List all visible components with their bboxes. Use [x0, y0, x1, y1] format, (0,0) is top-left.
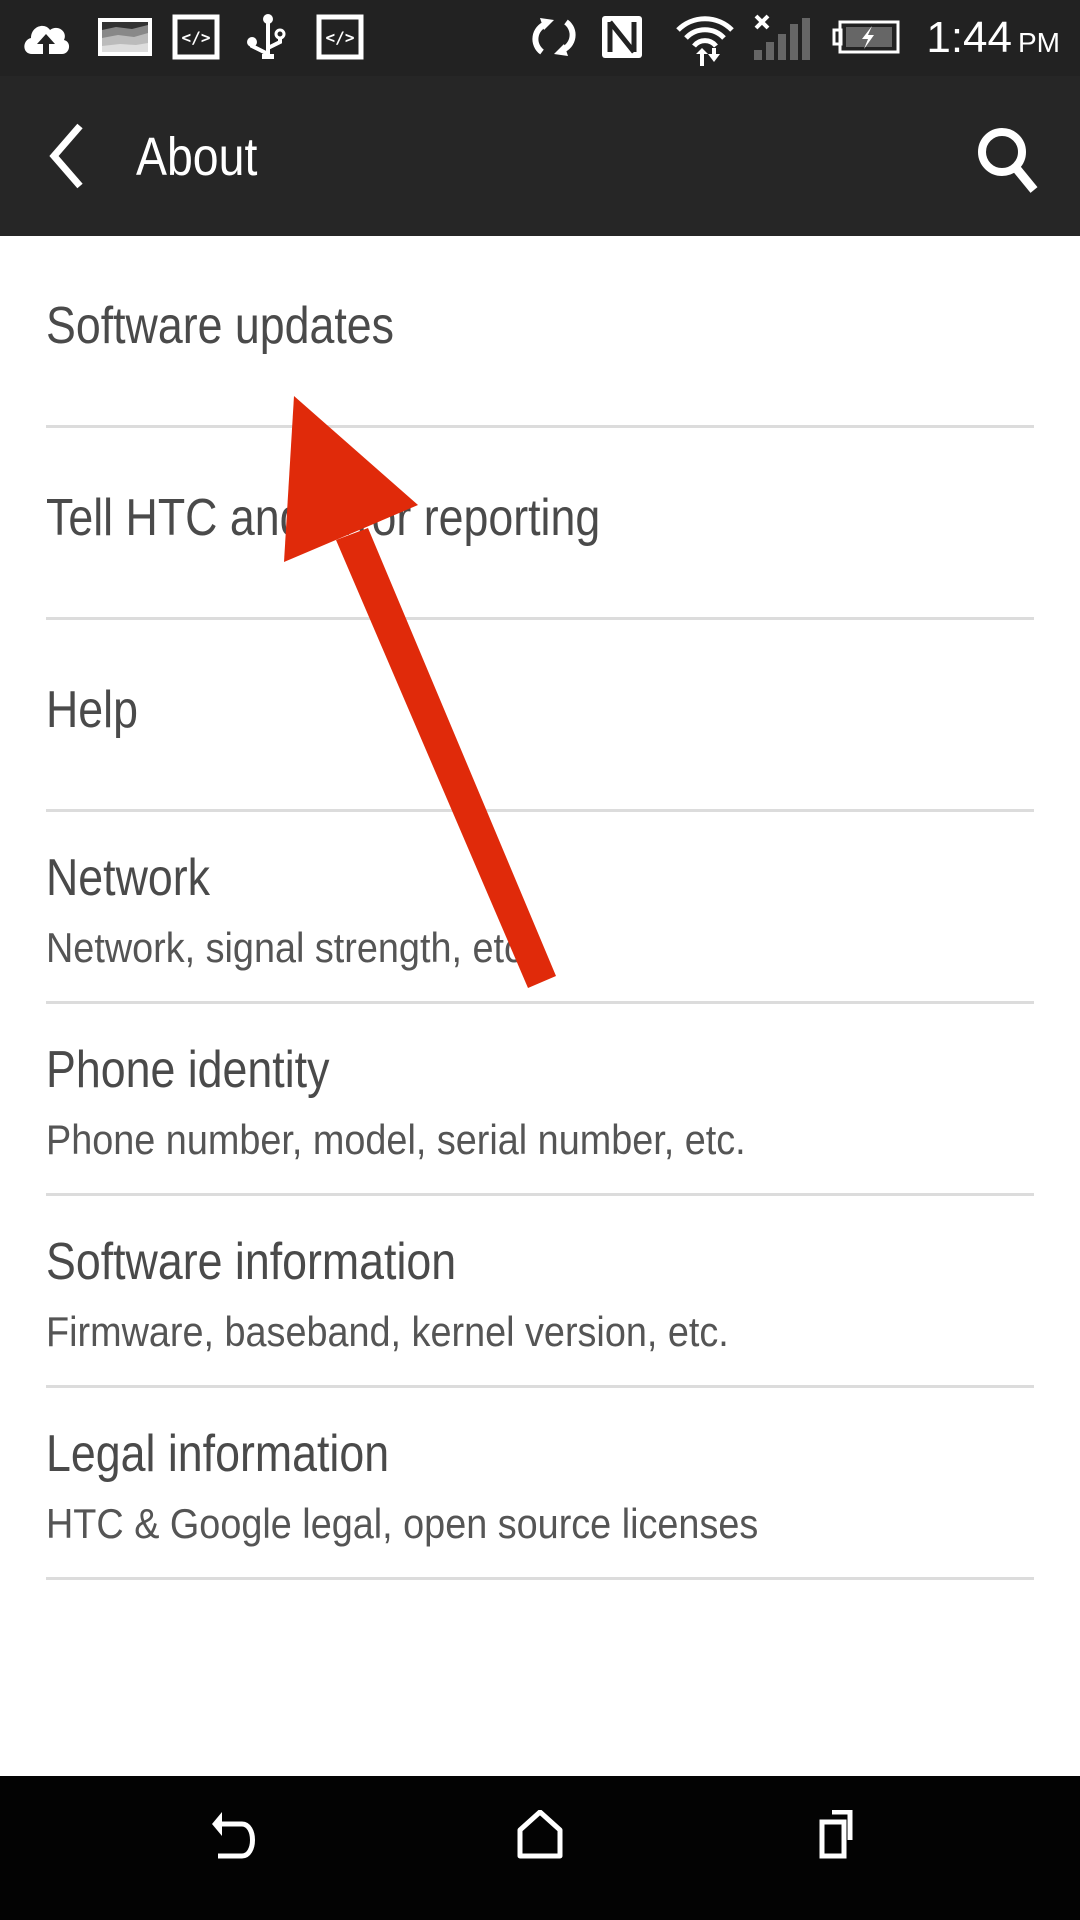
- nav-recent-apps-icon[interactable]: [802, 1810, 878, 1886]
- no-signal-icon: [754, 14, 810, 60]
- battery-charging-icon: [832, 20, 900, 54]
- menu-item-title: Help: [46, 681, 138, 739]
- menu-item-phone-identity[interactable]: Phone identity Phone number, model, seri…: [46, 1004, 1034, 1196]
- menu-item-legal-information[interactable]: Legal information HTC & Google legal, op…: [46, 1388, 1034, 1580]
- svg-text:</>: </>: [326, 28, 355, 47]
- menu-item-subtitle: Phone number, model, serial number, etc.: [46, 1116, 746, 1163]
- menu-item-title: Legal information: [46, 1425, 390, 1483]
- code-icon: </>: [172, 14, 220, 60]
- usb-icon: [247, 14, 286, 59]
- menu-item-software-updates[interactable]: Software updates: [46, 236, 1034, 428]
- search-icon[interactable]: [972, 120, 1042, 194]
- about-menu-list: Software updates Tell HTC and error repo…: [0, 236, 1080, 1580]
- menu-item-title: Software updates: [46, 297, 395, 355]
- chevron-left-icon[interactable]: [40, 118, 96, 194]
- sync-icon: [532, 18, 576, 56]
- app-bar: About: [0, 76, 1080, 236]
- menu-item-title: Phone identity: [46, 1041, 330, 1099]
- svg-text:</>: </>: [182, 28, 211, 47]
- cloud-upload-icon: [24, 25, 70, 58]
- status-bar: </> </> 1:44 PM: [0, 0, 1080, 76]
- menu-item-tell-htc[interactable]: Tell HTC and error reporting: [46, 428, 1034, 620]
- nfc-icon: [602, 16, 642, 58]
- menu-item-subtitle: Network, signal strength, etc.: [46, 924, 534, 971]
- menu-item-title: Network: [46, 849, 211, 907]
- menu-item-title: Tell HTC and error reporting: [46, 489, 601, 547]
- menu-item-help[interactable]: Help: [46, 620, 1034, 812]
- menu-item-subtitle: Firmware, baseband, kernel version, etc.: [46, 1308, 729, 1355]
- gallery-image-icon: [98, 18, 152, 56]
- wifi-data-icon: [676, 16, 734, 66]
- menu-item-subtitle: HTC & Google legal, open source licenses: [46, 1500, 759, 1547]
- menu-item-network[interactable]: Network Network, signal strength, etc.: [46, 812, 1034, 1004]
- page-title: About: [136, 127, 258, 187]
- status-time: 1:44 PM: [926, 12, 1060, 69]
- code-icon: </>: [316, 14, 364, 60]
- time-text: 1:44: [926, 13, 1012, 62]
- menu-item-title: Software information: [46, 1233, 457, 1291]
- ampm-text: PM: [1018, 27, 1060, 58]
- nav-back-icon[interactable]: [202, 1810, 278, 1886]
- nav-home-icon[interactable]: [502, 1810, 578, 1886]
- navigation-bar: [0, 1776, 1080, 1920]
- menu-item-software-information[interactable]: Software information Firmware, baseband,…: [46, 1196, 1034, 1388]
